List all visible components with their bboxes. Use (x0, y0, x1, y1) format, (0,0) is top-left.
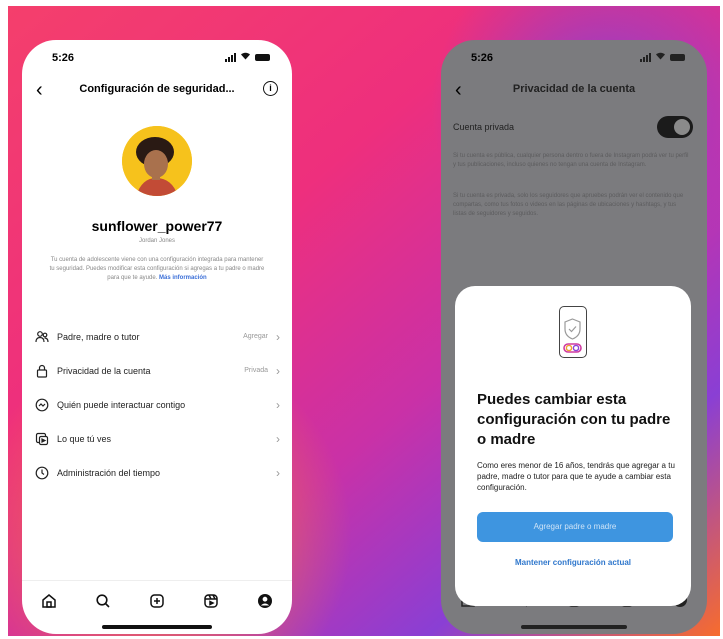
create-icon[interactable] (146, 590, 168, 612)
private-account-label: Cuenta privada (453, 122, 515, 132)
guardian-bottom-sheet: Puedes cambiar esta configuración con tu… (455, 286, 691, 606)
public-account-text: Si tu cuenta es pública, cualquier perso… (453, 153, 689, 168)
sheet-body: Como eres menor de 16 años, tendrás que … (477, 461, 675, 492)
lock-icon (35, 364, 49, 378)
signal-icon (640, 52, 651, 62)
menu-item-time[interactable]: Administración del tiempo › (22, 458, 292, 492)
settings-menu: Padre, madre o tutor Agregar › Privacida… (22, 322, 292, 492)
add-parent-button[interactable]: Agregar padre o madre (477, 512, 673, 542)
page-title: Configuración de seguridad... (79, 83, 235, 95)
home-icon[interactable] (38, 590, 60, 612)
private-account-text: Si tu cuenta es privada, solo los seguid… (453, 193, 684, 217)
private-account-row: Cuenta privada (441, 114, 707, 142)
home-indicator (521, 625, 627, 629)
status-time: 5:26 (471, 52, 494, 64)
clock-icon (35, 466, 49, 480)
chevron-right-icon: › (276, 432, 280, 446)
avatar (122, 126, 192, 196)
chevron-right-icon: › (276, 330, 280, 344)
page-title: Privacidad de la cuenta (512, 83, 636, 95)
search-icon[interactable] (92, 590, 114, 612)
chevron-right-icon: › (276, 364, 280, 378)
nav-bar: ‹ Privacidad de la cuenta (441, 76, 707, 106)
menu-item-guardian[interactable]: Padre, madre o tutor Agregar › (22, 322, 292, 356)
chevron-right-icon: › (276, 466, 280, 480)
phone-account-privacy: 5:26 ‹ Privacidad de la cuenta Cuenta pr… (441, 40, 707, 634)
nav-bar: ‹ Configuración de seguridad... i (22, 76, 292, 106)
battery-icon (670, 53, 685, 61)
account-description: Tu cuenta de adolescente viene con una c… (49, 257, 265, 281)
chat-icon (35, 398, 49, 412)
wifi-icon (240, 51, 251, 63)
people-icon (35, 330, 49, 344)
menu-item-content[interactable]: Lo que tú ves › (22, 424, 292, 458)
status-bar: 5:26 (441, 40, 707, 72)
private-account-toggle[interactable] (657, 116, 693, 138)
battery-icon (255, 53, 270, 61)
keep-settings-link[interactable]: Mantener configuración actual (455, 558, 691, 567)
bottom-tab-bar (22, 580, 292, 620)
home-indicator (102, 625, 212, 629)
reels-icon[interactable] (200, 590, 222, 612)
status-bar: 5:26 (22, 40, 292, 72)
phone-shield-icon (559, 306, 587, 358)
menu-item-interactions[interactable]: Quién puede interactuar contigo › (22, 390, 292, 424)
info-icon[interactable]: i (263, 81, 278, 96)
sheet-title: Puedes cambiar esta configuración con tu… (477, 391, 671, 448)
phone-security-settings: 5:26 ‹ Configuración de seguridad... i s… (22, 40, 292, 634)
more-info-link[interactable]: Más información (159, 275, 207, 281)
profile-icon[interactable] (254, 590, 276, 612)
signal-icon (225, 52, 236, 62)
chevron-right-icon: › (276, 398, 280, 412)
wifi-icon (655, 51, 666, 63)
menu-item-privacy[interactable]: Privacidad de la cuenta Privada › (22, 356, 292, 390)
status-time: 5:26 (52, 52, 75, 64)
content-icon (35, 432, 49, 446)
username: sunflower_power77 (91, 218, 223, 234)
full-name: Jordan Jones (138, 238, 176, 244)
